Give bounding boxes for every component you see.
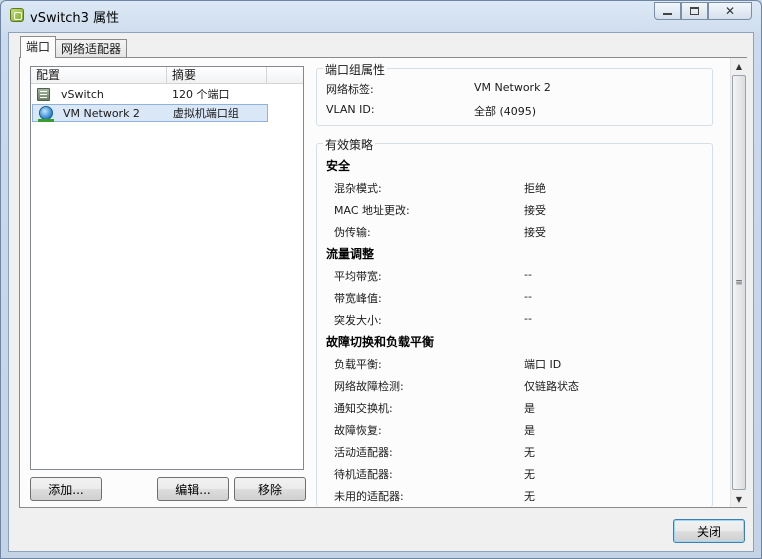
prop-label: VLAN ID: bbox=[326, 103, 375, 116]
edit-button[interactable]: 编辑... bbox=[157, 477, 229, 501]
prop-label: 网络故障检测: bbox=[334, 380, 404, 393]
prop-value: 仅链路状态 bbox=[524, 380, 579, 393]
effective-policy-group: 有效策略 安全 混杂模式: 拒绝 MAC 地址更改: 接受 伪传输: 接受 流量… bbox=[316, 136, 713, 507]
window-title: vSwitch3 属性 bbox=[30, 11, 120, 26]
window-controls: ✕ bbox=[654, 2, 752, 20]
close-dialog-button[interactable]: 关闭 bbox=[673, 519, 745, 543]
prop-value: -- bbox=[524, 312, 532, 325]
prop-label: 伪传输: bbox=[334, 226, 371, 239]
prop-label: 带宽峰值: bbox=[334, 292, 382, 305]
prop-label: 突发大小: bbox=[334, 314, 382, 327]
group-legend: 端口组属性 bbox=[323, 61, 388, 78]
list-item-summary: 120 个端口 bbox=[172, 88, 230, 101]
column-header-configuration[interactable]: 配置 bbox=[31, 67, 167, 83]
vsphere-app-icon bbox=[10, 8, 24, 22]
prop-value: 拒绝 bbox=[524, 182, 546, 195]
prop-label: 待机适配器: bbox=[334, 468, 393, 481]
close-icon: ✕ bbox=[724, 4, 736, 18]
properties-window: vSwitch3 属性 ✕ 端口 网络适配器 配置 摘要 vSwitch 120… bbox=[0, 0, 762, 559]
remove-button[interactable]: 移除 bbox=[234, 477, 306, 501]
tab-ports[interactable]: 端口 bbox=[20, 36, 57, 58]
prop-label: 活动适配器: bbox=[334, 446, 393, 459]
list-item-name: VM Network 2 bbox=[63, 106, 140, 120]
minimize-icon bbox=[663, 13, 672, 15]
section-title-failover: 故障切换和负载平衡 bbox=[326, 335, 435, 349]
close-window-button[interactable]: ✕ bbox=[708, 2, 752, 20]
vswitch-icon bbox=[37, 87, 50, 101]
prop-value: 无 bbox=[524, 468, 535, 481]
section-title-security: 安全 bbox=[326, 159, 351, 173]
list-item-name-cell: VM Network 2 bbox=[33, 106, 168, 122]
prop-label: 通知交换机: bbox=[334, 402, 393, 415]
prop-value: -- bbox=[524, 268, 532, 281]
column-header-summary[interactable]: 摘要 bbox=[167, 67, 267, 83]
title-bar[interactable]: vSwitch3 属性 ✕ bbox=[1, 1, 761, 31]
prop-label: 网络标签: bbox=[326, 83, 374, 96]
prop-label: 平均带宽: bbox=[334, 270, 382, 283]
properties-scrollbar[interactable]: ▲ ≡ ▼ bbox=[730, 58, 747, 507]
maximize-icon bbox=[690, 7, 699, 15]
scroll-thumb[interactable]: ≡ bbox=[732, 75, 746, 490]
prop-value: 接受 bbox=[524, 204, 546, 217]
ports-tab-panel: 配置 摘要 vSwitch 120 个端口 VM Network 2 虚拟机端口… bbox=[19, 57, 747, 508]
prop-value: 是 bbox=[524, 424, 535, 437]
configuration-list[interactable]: 配置 摘要 vSwitch 120 个端口 VM Network 2 虚拟机端口… bbox=[30, 66, 304, 470]
prop-label: 未用的适配器: bbox=[334, 490, 404, 503]
portgroup-icon bbox=[38, 106, 54, 122]
add-button[interactable]: 添加... bbox=[30, 477, 102, 501]
prop-value: -- bbox=[524, 290, 532, 303]
list-item-summary: 虚拟机端口组 bbox=[172, 107, 239, 120]
minimize-button[interactable] bbox=[654, 2, 681, 20]
tab-network-adapters[interactable]: 网络适配器 bbox=[55, 39, 128, 58]
scroll-down-icon[interactable]: ▼ bbox=[731, 491, 747, 507]
prop-value: 无 bbox=[524, 446, 535, 459]
prop-value: 无 bbox=[524, 490, 535, 503]
prop-label: MAC 地址更改: bbox=[334, 204, 410, 217]
list-item-name: vSwitch bbox=[61, 87, 104, 101]
dialog-client-area: 端口 网络适配器 配置 摘要 vSwitch 120 个端口 VM Networ… bbox=[8, 32, 754, 552]
column-header-filler bbox=[267, 67, 303, 83]
prop-value: 是 bbox=[524, 402, 535, 415]
prop-value: 全部 (4095) bbox=[474, 105, 537, 118]
section-title-traffic-shaping: 流量调整 bbox=[326, 247, 375, 261]
grip-icon: ≡ bbox=[735, 277, 743, 288]
port-group-properties-group: 端口组属性 网络标签: VM Network 2 VLAN ID: 全部 (40… bbox=[316, 61, 713, 126]
list-item-name-cell: vSwitch bbox=[31, 87, 167, 101]
list-header: 配置 摘要 bbox=[31, 67, 303, 84]
prop-value: 端口 ID bbox=[524, 358, 562, 371]
scroll-up-icon[interactable]: ▲ bbox=[731, 58, 747, 74]
list-item-vswitch[interactable]: vSwitch 120 个端口 bbox=[31, 85, 303, 103]
prop-value: VM Network 2 bbox=[474, 81, 551, 94]
list-item-vm-network-2[interactable]: VM Network 2 虚拟机端口组 bbox=[32, 104, 268, 122]
prop-label: 混杂模式: bbox=[334, 182, 382, 195]
maximize-button[interactable] bbox=[681, 2, 708, 20]
prop-label: 负载平衡: bbox=[334, 358, 382, 371]
tab-strip: 端口 网络适配器 bbox=[20, 36, 128, 58]
prop-label: 故障恢复: bbox=[334, 424, 382, 437]
prop-value: 接受 bbox=[524, 226, 546, 239]
group-legend: 有效策略 bbox=[323, 136, 376, 153]
